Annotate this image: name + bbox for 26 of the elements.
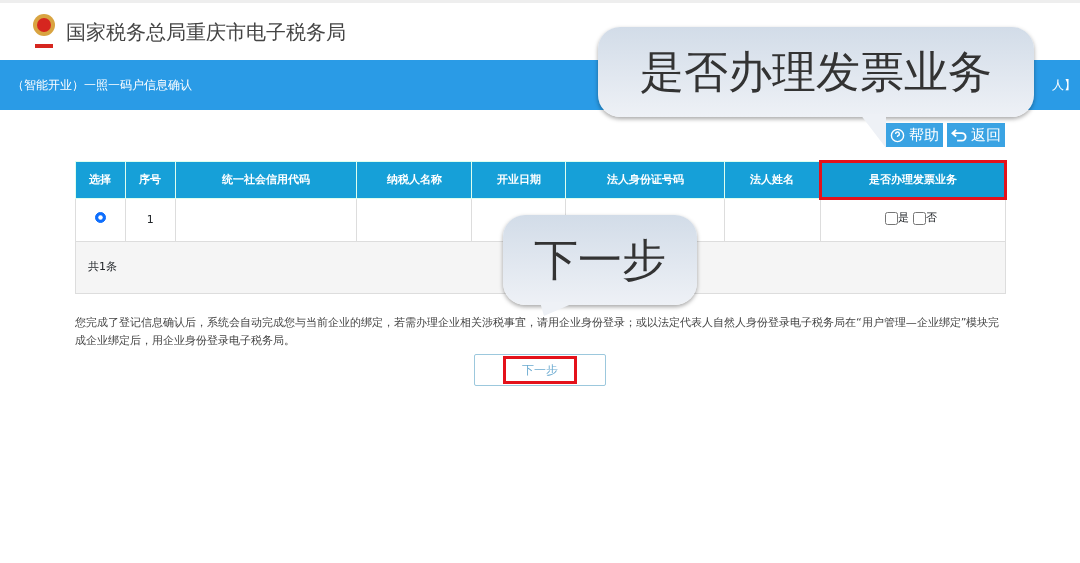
record-count: 共1条 bbox=[88, 260, 117, 274]
callout-bubble: 下一步 bbox=[503, 215, 697, 305]
site-title: 国家税务总局重庆市电子税务局 bbox=[66, 18, 346, 46]
help-button[interactable]: 帮助 bbox=[886, 122, 943, 148]
table-cell: 1 bbox=[125, 198, 176, 242]
checkbox[interactable] bbox=[912, 212, 926, 226]
column-header: 纳税人名称 bbox=[356, 161, 472, 199]
column-header: 统一社会信用代码 bbox=[175, 161, 357, 199]
checkbox-label: 是 bbox=[897, 210, 909, 227]
callout-bubble: 是否办理发票业务 bbox=[598, 27, 1034, 117]
page-title: （智能开业）一照一码户信息确认 bbox=[12, 77, 192, 94]
help-icon bbox=[890, 127, 905, 143]
column-header: 选择 bbox=[75, 161, 126, 199]
column-header: 序号 bbox=[125, 161, 176, 199]
return-icon bbox=[951, 127, 967, 143]
back-button[interactable]: 返回 bbox=[947, 122, 1005, 148]
banner-link[interactable]: 人】 bbox=[1052, 76, 1076, 94]
checkbox-label: 否 bbox=[925, 210, 937, 227]
column-header: 法人姓名 bbox=[724, 161, 821, 199]
checkbox[interactable] bbox=[884, 212, 898, 226]
select-radio[interactable] bbox=[94, 211, 106, 223]
notice-text: 您完成了登记信息确认后，系统会自动完成您与当前企业的绑定，若需办理企业相关涉税事宜，请用企业身份登录；或以法定代表人自然人身份登录电子税务局在“用户管理—企业绑定”模块完成企业绑定后，用企业身份登录电子税务局。 bbox=[75, 315, 1001, 349]
column-header: 是否办理发票业务 bbox=[820, 161, 1006, 199]
column-header: 法人身份证号码 bbox=[565, 161, 725, 199]
column-header: 开业日期 bbox=[471, 161, 566, 199]
next-button[interactable]: 下一步 bbox=[474, 354, 606, 386]
